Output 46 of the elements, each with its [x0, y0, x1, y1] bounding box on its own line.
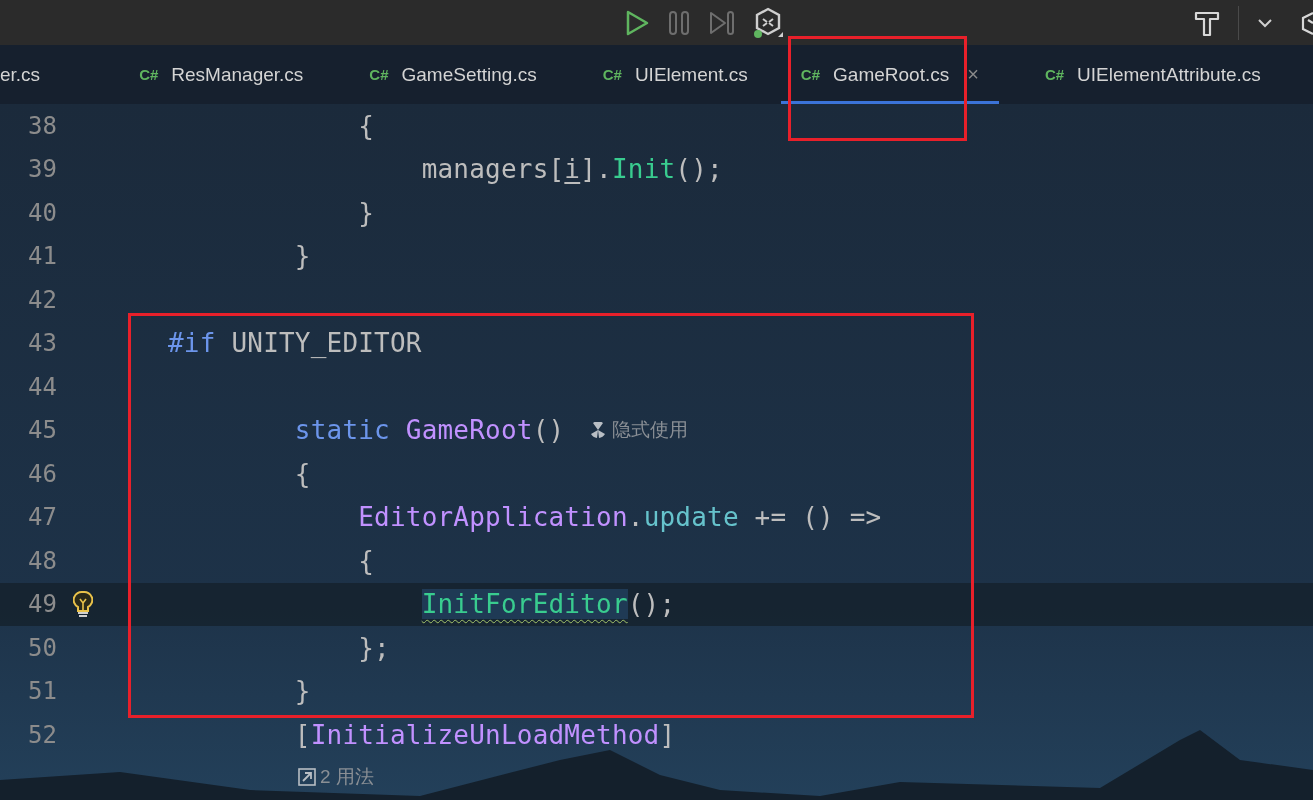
- line-number: 44: [27, 372, 57, 401]
- external-link-icon: [298, 767, 316, 786]
- hexagon-icon[interactable]: [1299, 9, 1313, 36]
- line-number: 40: [27, 198, 57, 227]
- close-tab-button[interactable]: ×: [967, 63, 979, 86]
- line-number: 48: [27, 546, 57, 575]
- radiation-icon: [590, 422, 607, 439]
- inlay-hint[interactable]: 隐式使用: [590, 417, 689, 444]
- play-icon[interactable]: [624, 8, 650, 37]
- csharp-file-icon: C#: [139, 66, 159, 83]
- file-tab[interactable]: C# UIElement.cs: [569, 45, 781, 104]
- line-number: 38: [27, 111, 57, 140]
- line-number: 51: [27, 677, 57, 706]
- code-line: #if UNITY_EDITOR: [168, 328, 422, 359]
- file-tab[interactable]: er.cs: [0, 45, 107, 104]
- code-line: }: [357, 197, 375, 228]
- code-line: static GameRoot(): [293, 415, 565, 446]
- file-tab[interactable]: C# UIElementAttribute.cs: [1011, 45, 1294, 104]
- code-line: }: [293, 241, 311, 272]
- csharp-file-icon: C#: [369, 66, 389, 83]
- cube-icon[interactable]: [754, 6, 784, 39]
- line-number: 41: [27, 242, 57, 271]
- code-line: }: [293, 676, 311, 707]
- line-number: 49: [27, 590, 57, 619]
- line-number: 47: [27, 503, 57, 532]
- line-number: 43: [27, 329, 57, 358]
- code-line: [InitializeUnLoadMethod]: [293, 719, 676, 750]
- line-number: 39: [27, 155, 57, 184]
- csharp-file-icon: C#: [1044, 66, 1065, 83]
- file-tab[interactable]: C# ResManager.cs: [106, 45, 337, 104]
- csharp-file-icon: C#: [602, 66, 622, 83]
- csharp-file-icon: C#: [800, 66, 821, 83]
- chevron-down-icon[interactable]: [1257, 17, 1273, 28]
- code-line: {: [357, 545, 375, 576]
- code-line: managers[i].Init();: [420, 154, 723, 185]
- code-line: };: [357, 632, 390, 663]
- code-line: EditorApplication.update += () =>: [357, 502, 882, 533]
- line-number: 42: [27, 285, 57, 314]
- line-number: 46: [27, 459, 57, 488]
- line-number: 50: [27, 633, 57, 662]
- line-number: 45: [27, 416, 57, 445]
- lightbulb-icon[interactable]: [73, 590, 93, 619]
- code-line: {: [357, 110, 375, 141]
- file-tab[interactable]: C# GameSetting.cs: [336, 45, 570, 104]
- line-number: 52: [27, 720, 57, 749]
- code-line: {: [293, 458, 311, 489]
